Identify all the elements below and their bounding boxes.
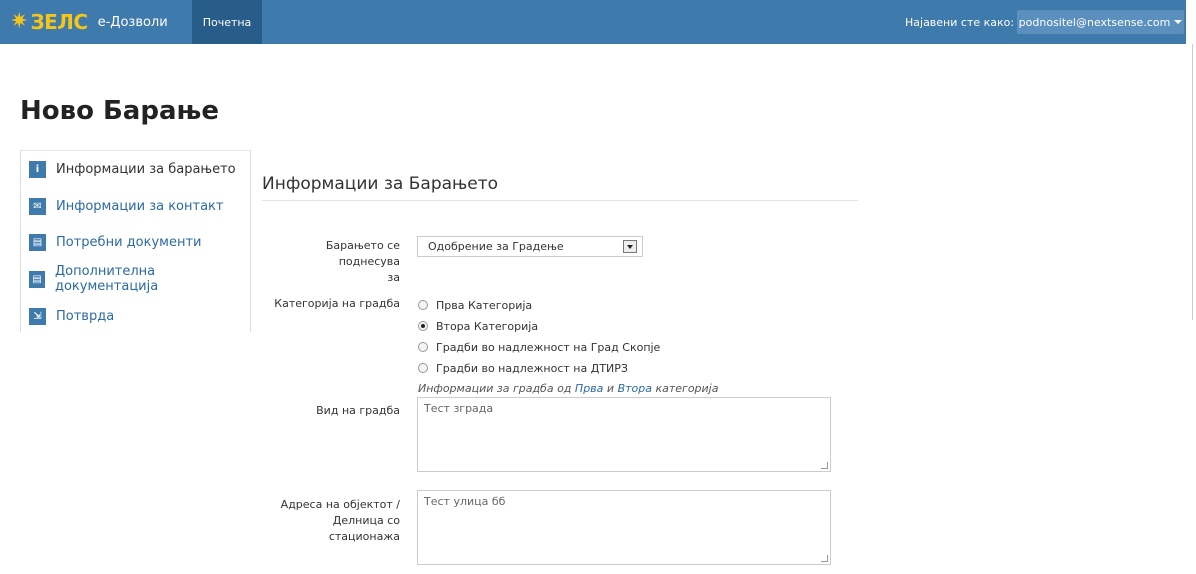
hint-link-first[interactable]: Прва (575, 382, 603, 395)
sidebar-item-request-info[interactable]: i Информации за барањето (29, 158, 236, 180)
section-title: Информации за Барањето (262, 174, 499, 194)
hint-text: Информации за градба од (418, 382, 572, 395)
sidebar-item-contact-info[interactable]: ✉ Информации за контакт (29, 195, 223, 217)
label-line: Адреса на објектот / (280, 498, 400, 511)
radio-button[interactable] (418, 300, 428, 310)
hint-text: и (606, 382, 615, 395)
document-icon: ▤ (29, 233, 46, 251)
page-edge-divider (1192, 44, 1193, 320)
label-line: за (387, 271, 400, 284)
info-icon: i (29, 160, 46, 178)
nav-home-tab[interactable]: Почетна (192, 0, 262, 44)
building-type-label: Вид на градба (316, 404, 400, 417)
radio-button[interactable] (418, 342, 428, 352)
submitted-for-label: Барањето се поднесува за (262, 238, 400, 286)
category-option-first[interactable]: Прва Категорија (418, 297, 532, 313)
document-icon: ▤ (29, 270, 45, 288)
select-value: Одобрение за Градење (428, 240, 564, 253)
logged-in-label: Најавени сте како: (905, 15, 1015, 29)
sidebar-item-label: Дополнителна документација (54, 264, 159, 294)
sidebar-item-additional-documentation[interactable]: ▤ Дополнителна документација (29, 264, 250, 294)
brand-mark: ЗЕЛС (30, 10, 88, 34)
address-label: Адреса на објектот / Делница со стациона… (262, 497, 400, 545)
user-menu-dropdown[interactable]: podnositel@nextsense.com (1017, 10, 1184, 34)
sidebar-item-label: Потврда (56, 308, 115, 324)
page-title: Ново Барање (20, 96, 219, 126)
brand-logo[interactable]: ✷ ЗЕЛС е-Дозволи (10, 8, 168, 36)
user-email: podnositel@nextsense.com (1018, 15, 1171, 29)
radio-label: Градби во надлежност на Град Скопје (436, 340, 661, 354)
radio-button[interactable] (418, 363, 428, 373)
building-type-textarea[interactable]: Тест зграда (417, 397, 831, 472)
top-navbar: ✷ ЗЕЛС е-Дозволи Почетна Најавени сте ка… (0, 0, 1186, 44)
label-line: Барањето се поднесува (325, 239, 400, 268)
app-name: е-Дозволи (97, 14, 168, 30)
resize-grip-icon[interactable] (821, 555, 828, 562)
sidebar-item-confirmation[interactable]: ⇲ Потврда (29, 305, 114, 327)
dropdown-arrow-icon[interactable] (623, 240, 637, 253)
category-hint: Информации за градба од Прва и Втора кат… (418, 382, 718, 395)
label-line: Делница со стационажа (328, 514, 400, 543)
radio-label: Втора Категорија (436, 319, 539, 333)
sidebar-item-required-documents[interactable]: ▤ Потребни документи (29, 231, 201, 253)
sun-logo-icon: ✷ (10, 9, 29, 34)
category-label: Категорија на градба (274, 297, 400, 310)
chevron-down-icon (1174, 20, 1183, 24)
category-option-second[interactable]: Втора Категорија (418, 318, 538, 334)
category-option-skopje[interactable]: Градби во надлежност на Град Скопје (418, 339, 660, 355)
category-option-dtirz[interactable]: Градби во надлежност на ДТИРЗ (418, 360, 628, 376)
confirm-icon: ⇲ (29, 307, 46, 325)
radio-label: Градби во надлежност на ДТИРЗ (436, 361, 628, 375)
section-divider (262, 200, 858, 201)
textarea-value: Тест зграда (424, 402, 494, 415)
hint-text: категорија (655, 382, 719, 395)
wizard-sidebar: i Информации за барањето ✉ Информации за… (20, 150, 251, 332)
textarea-value: Тест улица бб (424, 495, 506, 508)
hint-link-second[interactable]: Втора (618, 382, 652, 395)
radio-label: Прва Категорија (436, 298, 533, 312)
address-textarea[interactable]: Тест улица бб (417, 490, 831, 565)
radio-button-selected[interactable] (418, 321, 428, 331)
sidebar-item-label: Потребни документи (56, 234, 202, 250)
sidebar-item-label: Информации за контакт (56, 198, 224, 214)
submitted-for-select[interactable]: Одобрение за Градење (417, 236, 643, 257)
resize-grip-icon[interactable] (821, 462, 828, 469)
sidebar-item-label: Информации за барањето (56, 161, 236, 177)
envelope-icon: ✉ (29, 197, 46, 215)
